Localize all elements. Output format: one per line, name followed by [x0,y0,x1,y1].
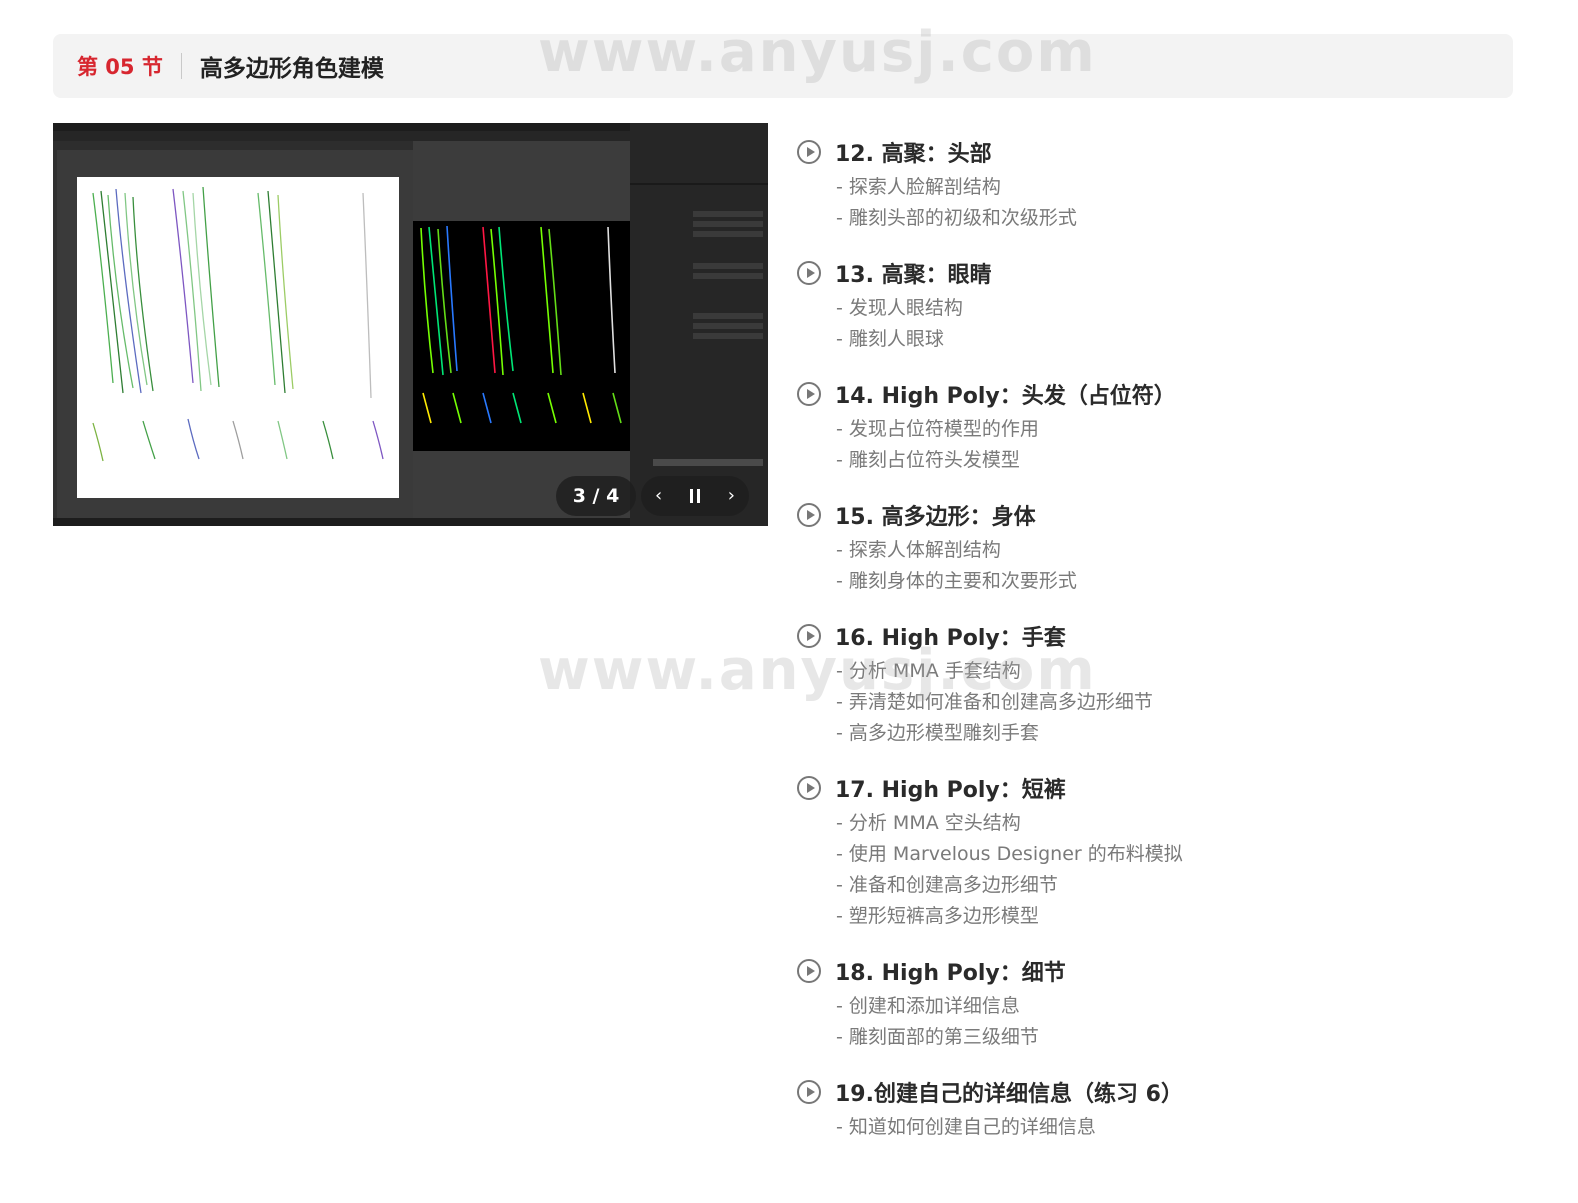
lesson-title: 15. 高多边形：身体 [835,505,1036,530]
lesson-item[interactable]: 16. High Poly：手套 - 分析 MMA 手套结构 - 弄清楚如何准备… [797,616,1517,749]
lesson-item[interactable]: 18. High Poly：细节 - 创建和添加详细信息 - 雕刻面部的第三级细… [797,951,1517,1053]
lesson-topic: - 塑形短裤高多边形模型 [836,905,1039,927]
lesson-topic: - 使用 Marvelous Designer 的布料模拟 [836,843,1183,865]
chevron-right-icon[interactable]: › [728,487,735,505]
lesson-header[interactable]: 15. 高多边形：身体 [797,495,1517,535]
lesson-list: 12. 高聚：头部 - 探索人脸解剖结构 - 雕刻头部的初级和次级形式 13. … [797,132,1517,1162]
play-icon[interactable] [797,503,821,527]
section-number: 第 05 节 [77,55,163,79]
lesson-item[interactable]: 13. 高聚：眼睛 - 发现人眼结构 - 雕刻人眼球 [797,253,1517,355]
lesson-header[interactable]: 16. High Poly：手套 [797,616,1517,656]
lesson-topic: - 准备和创建高多边形细节 [836,874,1058,896]
play-icon[interactable] [797,959,821,983]
lesson-topic: - 探索人脸解剖结构 [836,176,1001,198]
lesson-header[interactable]: 14. High Poly：头发（占位符） [797,374,1517,414]
lesson-item[interactable]: 19.创建自己的详细信息（练习 6） - 知道如何创建自己的详细信息 [797,1072,1517,1143]
lesson-topic: - 雕刻头部的初级和次级形式 [836,207,1077,229]
lesson-item[interactable]: 17. High Poly：短裤 - 分析 MMA 空头结构 - 使用 Marv… [797,768,1517,932]
lesson-topic: - 雕刻身体的主要和次要形式 [836,570,1077,592]
lesson-header[interactable]: 17. High Poly：短裤 [797,768,1517,808]
play-icon[interactable] [797,624,821,648]
lesson-topic: - 雕刻占位符头发模型 [836,449,1020,471]
lesson-item[interactable]: 14. High Poly：头发（占位符） - 发现占位符模型的作用 - 雕刻占… [797,374,1517,476]
lesson-topic: - 创建和添加详细信息 [836,995,1020,1017]
lesson-item[interactable]: 12. 高聚：头部 - 探索人脸解剖结构 - 雕刻头部的初级和次级形式 [797,132,1517,234]
chevron-left-icon[interactable]: ‹ [655,487,662,505]
lesson-topic: - 发现占位符模型的作用 [836,418,1039,440]
lesson-title: 13. 高聚：眼睛 [835,263,992,288]
play-icon[interactable] [797,776,821,800]
lesson-topic: - 雕刻人眼球 [836,328,944,350]
pause-icon[interactable] [690,489,700,503]
lesson-header[interactable]: 12. 高聚：头部 [797,132,1517,172]
play-icon[interactable] [797,382,821,406]
section-divider [180,53,182,79]
section-header: 第 05 节 高多边形角色建模 [53,34,1513,98]
lesson-title: 16. High Poly：手套 [835,626,1066,651]
lesson-topic: - 高多边形模型雕刻手套 [836,722,1039,744]
lesson-title: 18. High Poly：细节 [835,961,1066,986]
lesson-title: 12. 高聚：头部 [835,142,992,167]
lesson-topic: - 雕刻面部的第三级细节 [836,1026,1039,1048]
lesson-title: 17. High Poly：短裤 [835,778,1066,803]
play-icon[interactable] [797,261,821,285]
lesson-title: 19.创建自己的详细信息（练习 6） [835,1082,1183,1107]
lesson-topic: - 分析 MMA 手套结构 [836,660,1021,682]
lesson-header[interactable]: 13. 高聚：眼睛 [797,253,1517,293]
image-viewer[interactable]: 3 / 4 ‹ › [53,123,768,526]
slideshow-controls: ‹ › [641,476,749,516]
lesson-header[interactable]: 18. High Poly：细节 [797,951,1517,991]
lesson-header[interactable]: 19.创建自己的详细信息（练习 6） [797,1072,1517,1112]
play-icon[interactable] [797,1080,821,1104]
lesson-topic: - 知道如何创建自己的详细信息 [836,1116,1096,1138]
play-icon[interactable] [797,140,821,164]
lesson-topic: - 分析 MMA 空头结构 [836,812,1021,834]
lesson-item[interactable]: 15. 高多边形：身体 - 探索人体解剖结构 - 雕刻身体的主要和次要形式 [797,495,1517,597]
lesson-topic: - 发现人眼结构 [836,297,963,319]
slide-counter: 3 / 4 [556,476,636,516]
lesson-topic: - 弄清楚如何准备和创建高多边形细节 [836,691,1153,713]
lesson-title: 14. High Poly：头发（占位符） [835,384,1176,409]
blender-screenshot [53,123,768,526]
lesson-topic: - 探索人体解剖结构 [836,539,1001,561]
section-title: 高多边形角色建模 [199,56,384,82]
